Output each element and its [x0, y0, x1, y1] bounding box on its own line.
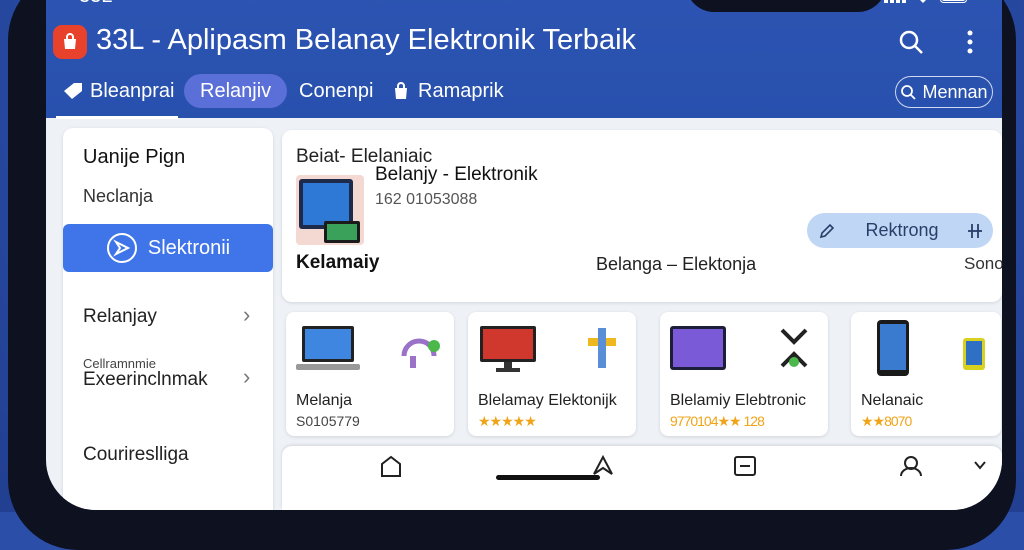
- section-subtitle: Belanga – Elektonja: [596, 254, 757, 274]
- orders-icon[interactable]: [732, 454, 758, 478]
- signal-icon: [884, 0, 906, 3]
- sidebar-active-label: Slektronii: [147, 236, 231, 259]
- sidebar-item-neclanja[interactable]: Neclanja: [83, 186, 153, 207]
- product-card[interactable]: Blelamay Elektonijk ★★★★★: [468, 312, 636, 436]
- monitor-image-icon: [480, 326, 536, 372]
- featured-card: Beiat- Elelaniaic Belanjy - Elektronik 1…: [282, 130, 1002, 302]
- sidebar-title: Uanije Pign: [83, 146, 186, 168]
- bag-icon: [395, 82, 407, 99]
- chevron-right-icon: ›: [243, 364, 251, 389]
- tag-icon: [64, 83, 82, 99]
- product-name: Blelamiy Elebtronic: [670, 392, 807, 409]
- sidebar-item-courireslliga[interactable]: Courireslliga: [83, 444, 189, 466]
- product-rating: ★★8070: [861, 413, 912, 429]
- product-title: Belanjy - Elektronik: [375, 164, 538, 185]
- tablet-image-icon: [299, 179, 360, 243]
- product-rating: 9770104★★ 128: [670, 413, 765, 429]
- app-screen: 33L 33L - Aplipasm Belanay Elektronik Te…: [46, 0, 1002, 510]
- tab-relanjiv[interactable]: Relanjiv: [184, 74, 288, 108]
- sidebar-item-slektronii[interactable]: Slektronii: [63, 224, 273, 272]
- tab-bar: Bleanprai Relanjiv Conenpi Ramaprik: [46, 74, 1002, 119]
- tab-ramaprik[interactable]: Ramaprik: [392, 74, 504, 108]
- laptop-image-icon: [296, 326, 360, 370]
- app-title: 33L - Aplipasm Belanay Elektronik Terbai…: [96, 24, 637, 56]
- product-price: S0105779: [296, 413, 360, 429]
- product-thumbnail[interactable]: [296, 175, 364, 245]
- product-card[interactable]: Melanja S0105779: [286, 312, 454, 436]
- status-time: 33L: [79, 0, 112, 8]
- phone-frame: 33L 33L - Aplipasm Belanay Elektronik Te…: [8, 0, 1016, 550]
- chevron-right-icon: ›: [243, 302, 251, 327]
- tablet-image-icon: [670, 326, 726, 370]
- product-card[interactable]: Blelamiy Elebtronic 9770104★★ 128: [660, 312, 828, 436]
- elektrong-button[interactable]: Rektrong: [807, 213, 993, 248]
- status-icons: [884, 0, 970, 3]
- app-bar: 33L 33L - Aplipasm Belanay Elektronik Te…: [46, 0, 1002, 119]
- product-rating: ★★★★★: [478, 413, 537, 429]
- search-button[interactable]: Mennan: [895, 76, 993, 108]
- pencil-icon: [807, 222, 847, 240]
- tab-label: Bleanprai: [90, 79, 175, 102]
- product-name: Blelamay Elektonijk: [478, 392, 617, 409]
- product-name: Melanja: [296, 392, 353, 409]
- chevron-down-icon[interactable]: [972, 458, 988, 472]
- section-title: Kelamaiy: [296, 252, 380, 273]
- sort-link[interactable]: Sono: [964, 254, 1002, 274]
- compass-icon: [106, 233, 137, 263]
- filter-icon: [957, 222, 993, 240]
- headphones-image-icon: [401, 338, 440, 368]
- tab-label: Ramaprik: [418, 79, 504, 102]
- button-label: Rektrong: [865, 220, 939, 240]
- product-card[interactable]: Nelanaic ★★8070: [851, 312, 1001, 436]
- tab-label: Relanjiv: [200, 79, 272, 102]
- sidebar-item-relanjay[interactable]: Relanjay: [83, 306, 157, 328]
- app-logo-icon: [53, 25, 87, 59]
- phone-image-icon: [877, 320, 909, 376]
- tab-conenpi[interactable]: Conenpi: [299, 74, 374, 108]
- more-menu-icon[interactable]: [952, 24, 988, 60]
- search-icon: [901, 85, 917, 100]
- search-label: Mennan: [922, 81, 988, 102]
- home-icon[interactable]: [378, 454, 404, 478]
- tab-bleanprai[interactable]: Bleanprai: [62, 74, 175, 108]
- wifi-icon: [920, 0, 926, 3]
- search-icon[interactable]: [893, 24, 929, 60]
- profile-icon[interactable]: [898, 454, 924, 478]
- category-sidebar: Uanije Pign Neclanja Slektronii Relanjay…: [63, 128, 273, 510]
- tab-label: Conenpi: [299, 79, 374, 102]
- product-code: 162 01053088: [375, 191, 478, 208]
- phone-small-image-icon: [963, 338, 985, 370]
- home-indicator: [496, 475, 600, 480]
- gadget-image-icon: [780, 328, 808, 368]
- product-name: Nelanaic: [861, 392, 924, 409]
- sidebar-item-exeerinclnmak[interactable]: Exeerinclnmak: [83, 369, 208, 391]
- tools-image-icon: [588, 328, 616, 368]
- battery-icon: [940, 0, 967, 3]
- active-tab-indicator: [56, 116, 178, 119]
- bottom-navigation: [282, 446, 1002, 510]
- camera-notch: [686, 0, 886, 12]
